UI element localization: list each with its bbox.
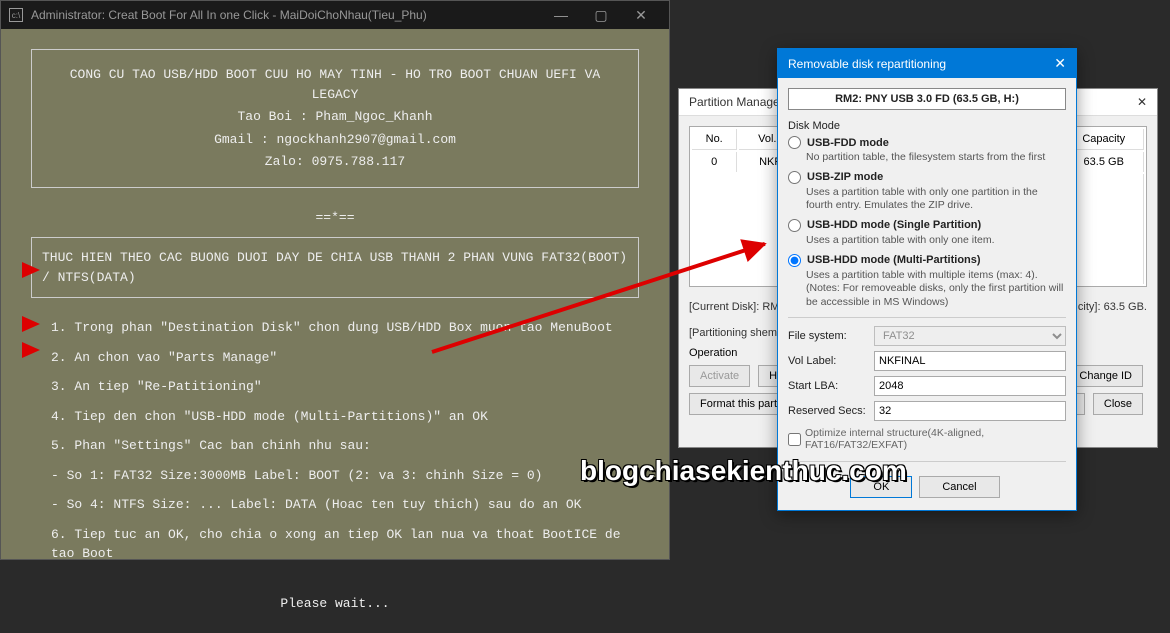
cell-no: 0 xyxy=(692,152,737,172)
mode-usb-hdd-multi[interactable]: USB-HDD mode (Multi-Partitions) xyxy=(788,254,1066,267)
format-part-button[interactable]: Format this part xyxy=(689,393,788,415)
reserved-secs-row: Reserved Secs: xyxy=(788,401,1066,421)
filesystem-select[interactable]: FAT32 xyxy=(874,326,1066,346)
mode-usb-zip[interactable]: USB-ZIP mode xyxy=(788,171,1066,184)
arrow-icon xyxy=(22,316,40,332)
info-line: Tao Boi : Pham_Ngoc_Khanh xyxy=(52,107,618,127)
step-3: 3. An tiep "Re-Patitioning" xyxy=(31,377,639,397)
mode-desc: No partition table, the filesystem start… xyxy=(806,151,1066,165)
mode-desc: Uses a partition table with only one par… xyxy=(806,186,1066,213)
info-line: Zalo: 0975.788.117 xyxy=(52,152,618,172)
radio-usb-fdd[interactable] xyxy=(788,136,801,149)
mode-usb-fdd[interactable]: USB-FDD mode xyxy=(788,136,1066,149)
optimize-label: Optimize internal structure(4K-aligned, … xyxy=(805,427,1066,451)
col-no: No. xyxy=(692,129,737,150)
minimize-button[interactable]: — xyxy=(541,7,581,23)
step-6: 6. Tiep tuc an OK, cho chia o xong an ti… xyxy=(31,525,639,564)
radio-usb-hdd-multi[interactable] xyxy=(788,254,801,267)
instruction-box: THUC HIEN THEO CAC BUONG DUOI DAY DE CHI… xyxy=(31,237,639,298)
cmd-icon: c:\ xyxy=(9,8,23,22)
disk-mode-label: Disk Mode xyxy=(788,120,1066,132)
close-icon[interactable]: ✕ xyxy=(1137,95,1147,109)
mode-usb-hdd-single[interactable]: USB-HDD mode (Single Partition) xyxy=(788,219,1066,232)
lba-label: Start LBA: xyxy=(788,380,868,392)
start-lba-input[interactable] xyxy=(874,376,1066,396)
info-box: CONG CU TAO USB/HDD BOOT CUU HO MAY TINH… xyxy=(31,49,639,188)
steps-list: 1. Trong phan "Destination Disk" chon du… xyxy=(31,318,639,564)
watermark-text: blogchiasekienthuc.com xyxy=(580,455,907,487)
step-5a: - So 1: FAT32 Size:3000MB Label: BOOT (2… xyxy=(31,466,639,486)
info-line: CONG CU TAO USB/HDD BOOT CUU HO MAY TINH… xyxy=(52,65,618,104)
arrow-icon xyxy=(22,342,40,358)
cancel-button[interactable]: Cancel xyxy=(919,476,999,498)
close-button[interactable]: Close xyxy=(1093,393,1143,415)
filesystem-row: File system: FAT32 xyxy=(788,326,1066,346)
vol-label-row: Vol Label: xyxy=(788,351,1066,371)
vol-label-input[interactable] xyxy=(874,351,1066,371)
rp-titlebar[interactable]: Removable disk repartitioning ✕ xyxy=(778,49,1076,78)
arrow-icon xyxy=(22,262,40,278)
separator: ==*== xyxy=(31,208,639,228)
step-2: 2. An chon vao "Parts Manage" xyxy=(31,348,639,368)
step-5: 5. Phan "Settings" Cac ban chinh nhu sau… xyxy=(31,436,639,456)
maximize-button[interactable]: ▢ xyxy=(581,7,621,24)
radio-usb-zip[interactable] xyxy=(788,171,801,184)
repartition-dialog: Removable disk repartitioning ✕ RM2: PNY… xyxy=(777,48,1077,511)
disk-name: RM2: PNY USB 3.0 FD (63.5 GB, H:) xyxy=(788,88,1066,110)
step-4: 4. Tiep den chon "USB-HDD mode (Multi-Pa… xyxy=(31,407,639,427)
rs-label: Reserved Secs: xyxy=(788,405,868,417)
rp-title-text: Removable disk repartitioning xyxy=(788,57,1054,71)
step-5b: - So 4: NTFS Size: ... Label: DATA (Hoac… xyxy=(31,495,639,515)
console-titlebar[interactable]: c:\ Administrator: Creat Boot For All In… xyxy=(1,1,669,29)
mode-desc: Uses a partition table with multiple ite… xyxy=(806,269,1066,310)
start-lba-row: Start LBA: xyxy=(788,376,1066,396)
activate-button[interactable]: Activate xyxy=(689,365,750,387)
please-wait: Please wait... xyxy=(31,594,639,614)
console-body: CONG CU TAO USB/HDD BOOT CUU HO MAY TINH… xyxy=(1,29,669,633)
console-title: Administrator: Creat Boot For All In one… xyxy=(31,8,541,22)
optimize-checkbox[interactable] xyxy=(788,433,801,446)
radio-usb-hdd-single[interactable] xyxy=(788,219,801,232)
reserved-secs-input[interactable] xyxy=(874,401,1066,421)
change-id-button[interactable]: Change ID xyxy=(1068,365,1143,387)
optimize-row[interactable]: Optimize internal structure(4K-aligned, … xyxy=(788,427,1066,451)
info-line: Gmail : ngockhanh2907@gmail.com xyxy=(52,130,618,150)
vol-label: Vol Label: xyxy=(788,355,868,367)
mode-desc: Uses a partition table with only one ite… xyxy=(806,234,1066,248)
fs-label: File system: xyxy=(788,330,868,342)
step-1: 1. Trong phan "Destination Disk" chon du… xyxy=(31,318,639,338)
close-icon[interactable]: ✕ xyxy=(1054,55,1066,72)
console-window: c:\ Administrator: Creat Boot For All In… xyxy=(0,0,670,560)
close-button[interactable]: ✕ xyxy=(621,7,661,24)
